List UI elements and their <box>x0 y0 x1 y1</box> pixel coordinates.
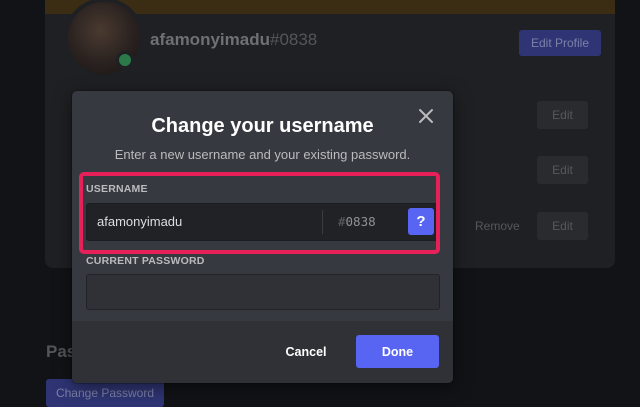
modal-footer: Cancel Done <box>72 321 453 383</box>
profile-tag: #0838 <box>269 30 318 49</box>
cancel-button[interactable]: Cancel <box>278 337 334 367</box>
modal-title: Change your username <box>151 115 374 137</box>
modal-subtitle: Enter a new username and your existing p… <box>114 147 411 162</box>
edit-username-button[interactable]: Edit <box>537 101 588 129</box>
current-password-label: CURRENT PASSWORD <box>86 255 205 267</box>
change-password-button[interactable]: Change Password <box>46 379 164 407</box>
highlight-annotation <box>79 172 440 254</box>
avatar <box>64 0 144 78</box>
remove-phone-link[interactable]: Remove <box>475 219 520 233</box>
edit-phone-button[interactable]: Edit <box>537 212 588 240</box>
done-button[interactable]: Done <box>356 335 439 368</box>
online-status-icon <box>116 51 134 69</box>
current-password-field[interactable] <box>86 274 440 310</box>
profile-username: afamonyimadu#0838 <box>150 30 317 50</box>
edit-email-button[interactable]: Edit <box>537 156 588 184</box>
profile-username-text: afamonyimadu <box>150 30 270 49</box>
edit-profile-button[interactable]: Edit Profile <box>519 30 601 56</box>
